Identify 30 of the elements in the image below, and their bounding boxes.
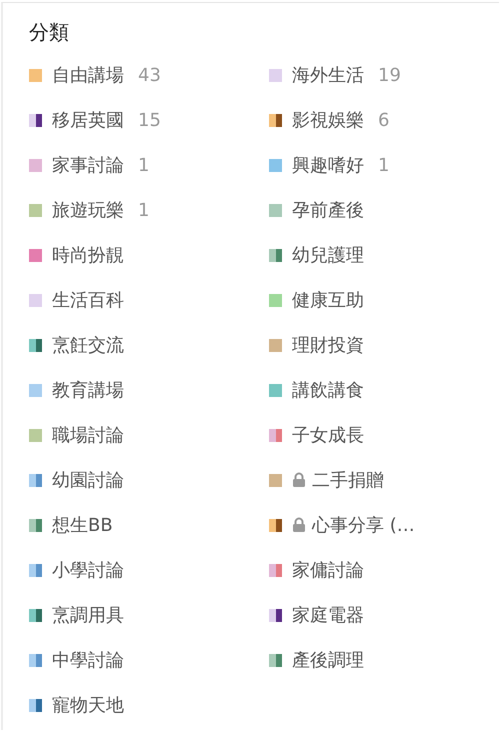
category-link[interactable]: 講飲講食: [269, 375, 489, 405]
category-link[interactable]: 產後調理: [269, 645, 489, 675]
category-link[interactable]: 生活百科: [29, 285, 269, 315]
category-link[interactable]: 想生BB: [29, 510, 269, 540]
category-link[interactable]: 自由講場 43: [29, 60, 269, 90]
category-link[interactable]: 家事討論 1: [29, 150, 269, 180]
category-link[interactable]: 興趣嗜好 1: [269, 150, 489, 180]
category-link[interactable]: 教育講場: [29, 375, 269, 405]
category-link[interactable]: 時尚扮靚: [29, 240, 269, 270]
category-link[interactable]: 旅遊玩樂 1: [29, 195, 269, 225]
category-link[interactable]: 子女成長: [269, 420, 489, 450]
category-link[interactable]: 家傭討論: [269, 555, 489, 585]
category-link[interactable]: 小學討論: [29, 555, 269, 585]
category-link[interactable]: 寵物天地: [29, 690, 269, 720]
category-link[interactable]: 二手捐贈: [269, 465, 489, 495]
category-link[interactable]: 中學討論: [29, 645, 269, 675]
category-link[interactable]: 心事分享 (…: [269, 510, 489, 540]
category-link[interactable]: 家庭電器: [269, 600, 489, 630]
category-link[interactable]: 海外生活 19: [269, 60, 489, 90]
category-link[interactable]: 影視娛樂 6: [269, 105, 489, 135]
category-link[interactable]: 移居英國 15: [29, 105, 269, 135]
category-link[interactable]: 烹飪交流: [29, 330, 269, 360]
category-link[interactable]: 孕前產後: [269, 195, 489, 225]
category-link[interactable]: 理財投資: [269, 330, 489, 360]
section-title: 分類: [29, 19, 70, 46]
category-link[interactable]: 烹調用具: [29, 600, 269, 630]
category-link[interactable]: 幼兒護理: [269, 240, 489, 270]
category-link[interactable]: 幼園討論: [29, 465, 269, 495]
category-link[interactable]: 健康互助: [269, 285, 489, 315]
category-link[interactable]: 職場討論: [29, 420, 269, 450]
